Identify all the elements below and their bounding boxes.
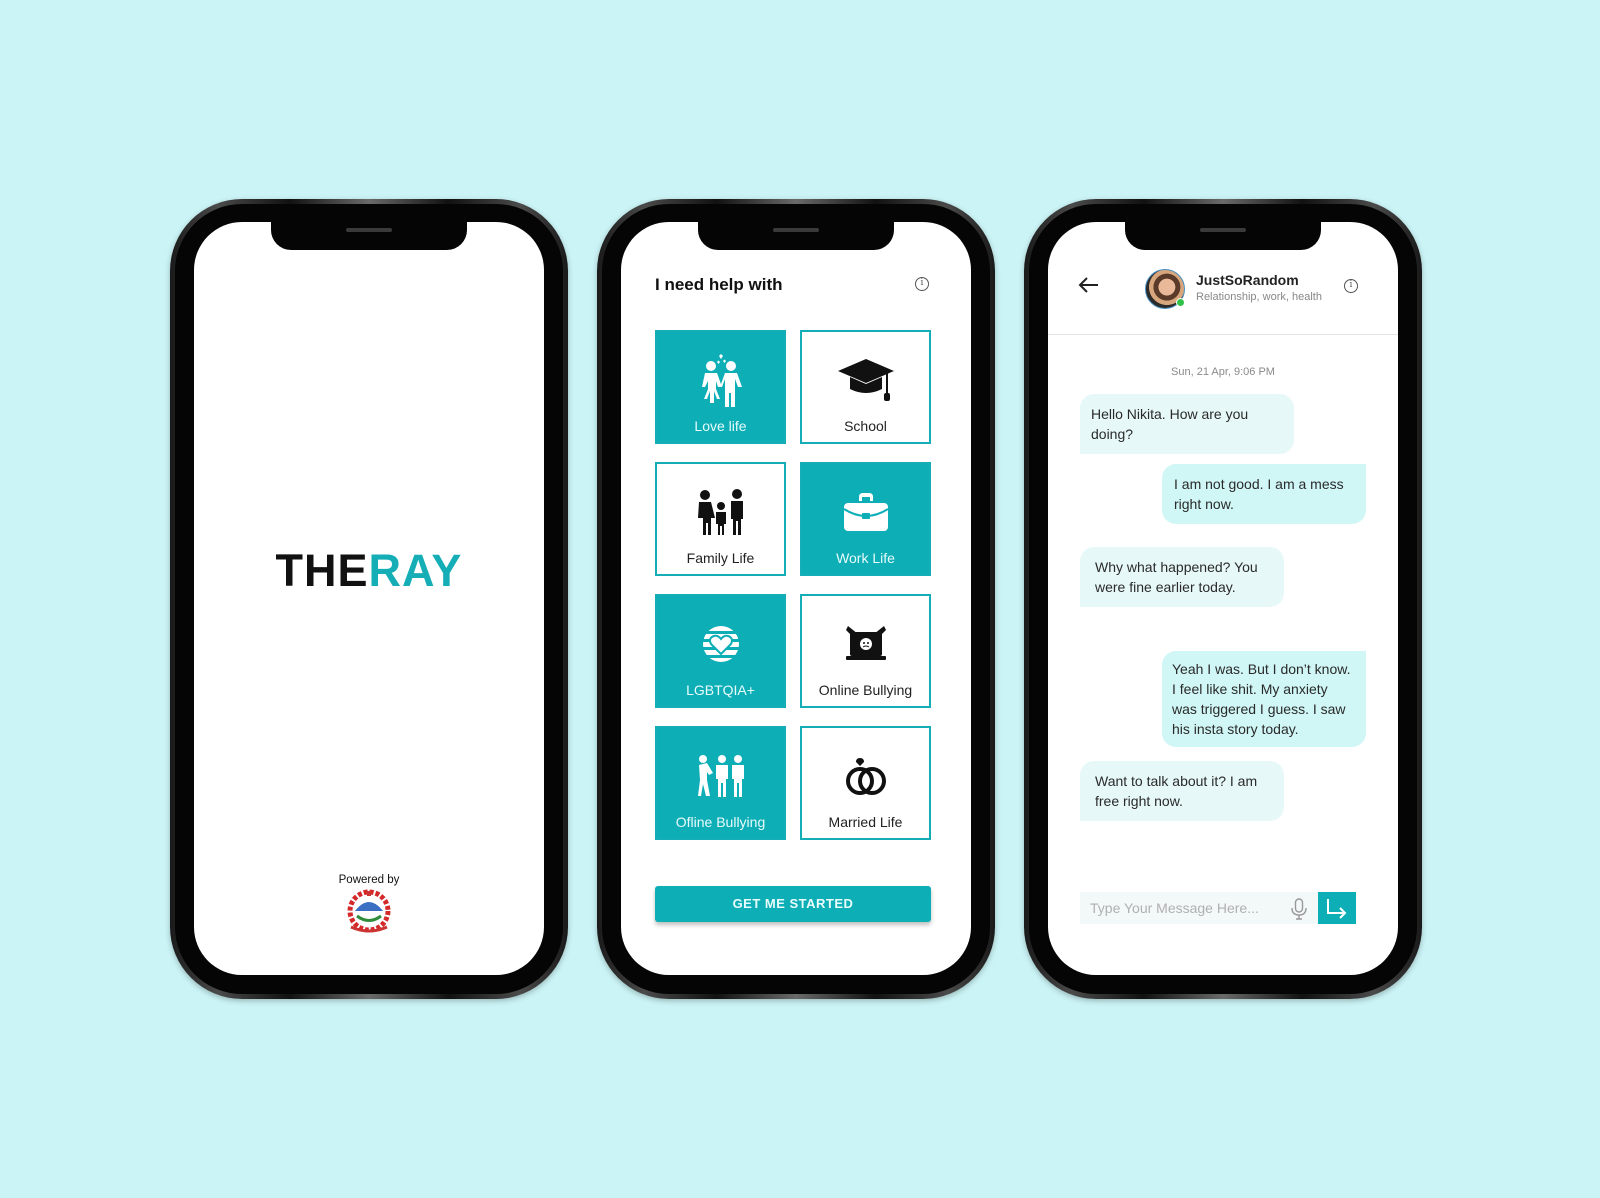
phone-bezel: I need help with i Love life School Fami… (602, 204, 990, 994)
splash-screen: THERAY Powered by (194, 222, 544, 975)
rings-icon (834, 746, 898, 806)
tile-label: Love life (694, 418, 747, 434)
message-outgoing: Yeah I was. But I don’t know. I feel lik… (1162, 651, 1366, 747)
heart-globe-icon (689, 614, 753, 674)
laptop-bully-icon (834, 614, 898, 674)
nepal-government-emblem-icon (347, 889, 391, 933)
tile-label: School (844, 418, 887, 434)
info-icon[interactable]: i (915, 277, 929, 291)
briefcase-icon (834, 482, 898, 542)
speaker (1200, 228, 1246, 232)
notch (698, 222, 894, 250)
tile-lgbtqia[interactable]: LGBTQIA+ (655, 594, 786, 708)
graduation-cap-icon (834, 350, 898, 410)
phone-splash: THERAY Powered by (170, 199, 568, 999)
online-status-dot (1176, 298, 1185, 307)
tile-family-life[interactable]: Family Life (655, 462, 786, 576)
logo-ray: RAY (368, 545, 463, 596)
get-started-button[interactable]: GET ME STARTED (655, 886, 931, 922)
contact-name: JustSoRandom (1196, 272, 1299, 288)
notch (271, 222, 467, 250)
back-arrow-icon[interactable] (1078, 276, 1100, 294)
couple-icon (689, 350, 753, 410)
powered-by-label: Powered by (338, 874, 400, 886)
send-arrow-icon (1327, 899, 1347, 919)
phone-categories: I need help with i Love life School Fami… (597, 199, 995, 999)
info-icon[interactable]: i (1344, 279, 1358, 293)
group-bully-icon (689, 746, 753, 806)
category-grid: Love life School Family Life Work Life L… (655, 330, 931, 840)
message-timestamp: Sun, 21 Apr, 9:06 PM (1171, 366, 1275, 378)
app-logo: THERAY (194, 545, 544, 597)
phone-bezel: JustSoRandom Relationship, work, health … (1029, 204, 1417, 994)
message-input[interactable] (1090, 892, 1280, 924)
page-title: I need help with (655, 275, 783, 294)
categories-screen: I need help with i Love life School Fami… (621, 222, 971, 975)
tile-married-life[interactable]: Married Life (800, 726, 931, 840)
tile-work-life[interactable]: Work Life (800, 462, 931, 576)
phone-bezel: THERAY Powered by (175, 204, 563, 994)
tile-school[interactable]: School (800, 330, 931, 444)
message-outgoing: I am not good. I am a mess right now. (1162, 464, 1366, 524)
message-incoming: Why what happened? You were fine earlier… (1080, 547, 1284, 607)
logo-the: THE (275, 545, 369, 596)
tile-offline-bullying[interactable]: Ofline Bullying (655, 726, 786, 840)
phone-chat: JustSoRandom Relationship, work, health … (1024, 199, 1422, 999)
header-divider (1048, 334, 1398, 335)
microphone-icon[interactable] (1290, 898, 1308, 920)
tile-label: Married Life (828, 814, 903, 830)
chat-screen: JustSoRandom Relationship, work, health … (1048, 222, 1398, 975)
tile-label: Work Life (836, 550, 895, 566)
message-incoming: Want to talk about it? I am free right n… (1080, 761, 1284, 821)
tile-label: Online Bullying (818, 682, 913, 698)
tile-label: Ofline Bullying (675, 814, 766, 830)
tile-love-life[interactable]: Love life (655, 330, 786, 444)
family-icon (689, 482, 753, 542)
tile-online-bullying[interactable]: Online Bullying (800, 594, 931, 708)
speaker (773, 228, 819, 232)
speaker (346, 228, 392, 232)
tile-label: Family Life (686, 550, 755, 566)
notch (1125, 222, 1321, 250)
send-button[interactable] (1318, 892, 1356, 924)
message-incoming: Hello Nikita. How are you doing? (1080, 394, 1294, 454)
tile-label: LGBTQIA+ (686, 682, 755, 698)
message-composer (1080, 892, 1320, 924)
contact-subtitle: Relationship, work, health (1196, 291, 1322, 303)
